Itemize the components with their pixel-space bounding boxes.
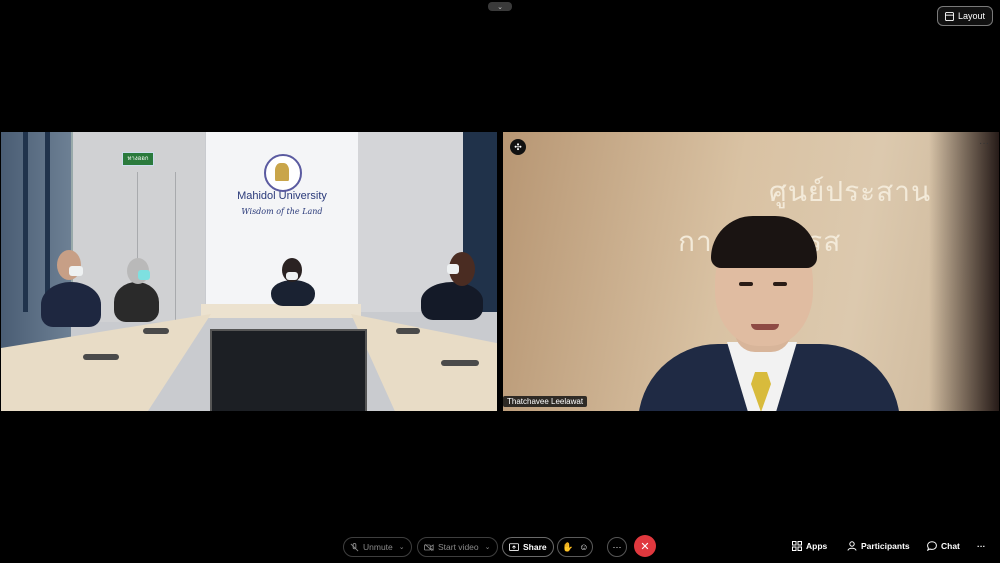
chevron-down-icon: ⌄	[497, 3, 503, 11]
face-mask	[447, 264, 459, 274]
banner-title: Mahidol University	[237, 190, 327, 202]
chevron-down-icon[interactable]: ⌄	[485, 543, 491, 551]
face-mask	[69, 266, 83, 276]
table-microphone	[143, 328, 169, 334]
emoji-reaction-icon[interactable]: ☺	[579, 542, 588, 552]
apps-button[interactable]: Apps	[792, 541, 827, 551]
unmute-button[interactable]: Unmute ⌄	[343, 537, 412, 557]
door-seam	[175, 172, 176, 322]
more-icon: ···	[607, 537, 627, 557]
participant-name-label: Thatchavee Leelawat	[503, 396, 588, 407]
participants-button[interactable]: Participants	[847, 541, 910, 551]
more-icon: ···	[977, 541, 986, 551]
share-screen-icon	[509, 542, 519, 551]
chat-label: Chat	[941, 541, 960, 551]
university-seal-icon	[264, 154, 302, 192]
speaker-mouth	[751, 324, 779, 330]
video-tile-meeting-room[interactable]: ทางออก Mahidol University Wisdom of the …	[1, 132, 497, 411]
chat-icon	[927, 541, 937, 551]
face-mask	[138, 270, 150, 280]
conference-table-back	[201, 304, 361, 318]
banner-motto: Wisdom of the Land	[241, 207, 323, 216]
more-options-button[interactable]: ···	[607, 537, 627, 557]
chat-button[interactable]: Chat	[927, 541, 960, 551]
table-microphone	[83, 354, 119, 360]
vignette-edge	[929, 132, 999, 411]
chevron-down-icon[interactable]: ⌄	[399, 543, 405, 551]
participants-label: Participants	[861, 541, 910, 551]
microphone-muted-icon	[350, 542, 359, 551]
unmute-label: Unmute	[363, 542, 393, 552]
more-menu-button[interactable]: ···	[977, 541, 986, 551]
reactions-group: ✋ ☺	[557, 537, 594, 557]
layout-button[interactable]: Layout	[936, 6, 993, 26]
participant-figure	[41, 282, 101, 327]
apps-label: Apps	[806, 541, 828, 551]
table-microphone	[396, 328, 420, 334]
start-video-label: Start video	[438, 542, 479, 552]
layout-icon	[944, 11, 954, 21]
video-off-icon	[424, 543, 434, 551]
close-icon: ✕	[634, 535, 656, 557]
start-video-button[interactable]: Start video ⌄	[417, 537, 498, 557]
participants-icon	[847, 541, 857, 551]
wall-stripe	[45, 132, 50, 312]
participant-figure	[421, 282, 483, 320]
participant-figure	[271, 280, 315, 306]
share-label: Share	[523, 542, 547, 552]
monitor-screen	[210, 329, 367, 411]
speaker-eye	[739, 282, 753, 286]
video-tile-speaker[interactable]: ศูนย์ประสาน กา บุรี นครส ✣ ···	[503, 132, 999, 411]
collapse-handle[interactable]: ⌄	[488, 2, 512, 11]
pin-icon[interactable]: ✣	[510, 139, 526, 155]
end-call-button[interactable]: ✕	[634, 535, 656, 557]
face-mask	[286, 272, 298, 280]
table-microphone	[441, 360, 479, 366]
participant-figure	[114, 282, 159, 322]
layout-label: Layout	[957, 11, 985, 21]
share-button[interactable]: Share	[502, 537, 554, 557]
exit-sign: ทางออก	[122, 152, 154, 166]
wall-text-line1: ศูนย์ประสาน	[769, 175, 932, 208]
apps-icon	[792, 541, 802, 551]
raise-hand-icon[interactable]: ✋	[562, 542, 573, 553]
tile-more-options[interactable]: ···	[979, 138, 989, 149]
wall-stripe	[23, 132, 28, 312]
speaker-eye	[773, 282, 787, 286]
